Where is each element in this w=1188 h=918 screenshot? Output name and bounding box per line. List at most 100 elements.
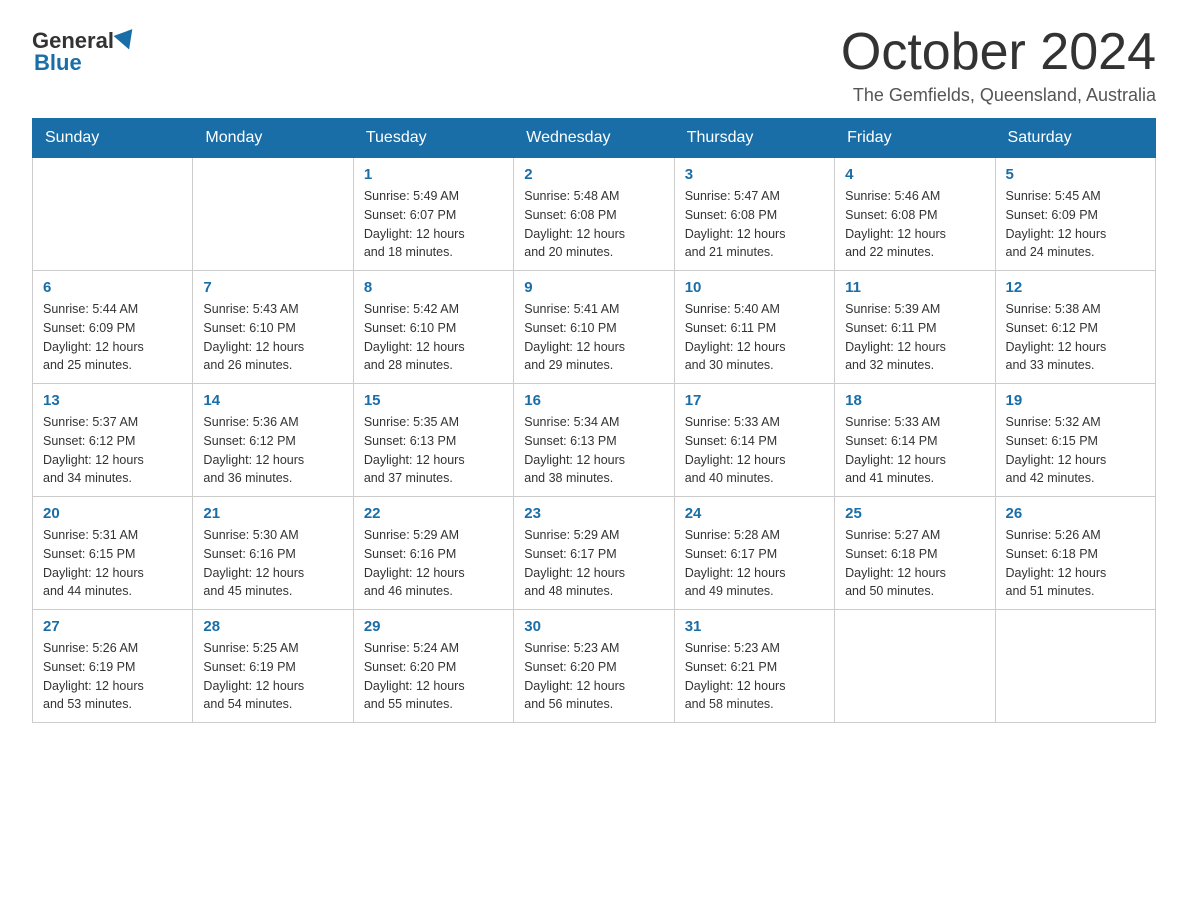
calendar-day-cell: 9 Sunrise: 5:41 AM Sunset: 6:10 PM Daylig… [514,271,674,384]
day-info: Sunrise: 5:34 AM Sunset: 6:13 PM Dayligh… [524,413,663,488]
calendar-day-cell: 1 Sunrise: 5:49 AM Sunset: 6:07 PM Daylig… [353,158,513,271]
day-info: Sunrise: 5:23 AM Sunset: 6:20 PM Dayligh… [524,639,663,714]
day-number: 17 [685,392,824,409]
day-info: Sunrise: 5:28 AM Sunset: 6:17 PM Dayligh… [685,526,824,601]
day-number: 23 [524,505,663,522]
day-info: Sunrise: 5:40 AM Sunset: 6:11 PM Dayligh… [685,300,824,375]
calendar-day-cell: 26 Sunrise: 5:26 AM Sunset: 6:18 PM Dayli… [995,497,1155,610]
calendar-day-cell: 16 Sunrise: 5:34 AM Sunset: 6:13 PM Dayli… [514,384,674,497]
day-info: Sunrise: 5:26 AM Sunset: 6:18 PM Dayligh… [1006,526,1145,601]
calendar-day-cell: 7 Sunrise: 5:43 AM Sunset: 6:10 PM Daylig… [193,271,353,384]
page-header: General Blue October 2024 The Gemfields,… [32,24,1156,106]
calendar-day-cell: 29 Sunrise: 5:24 AM Sunset: 6:20 PM Dayli… [353,610,513,723]
day-info: Sunrise: 5:23 AM Sunset: 6:21 PM Dayligh… [685,639,824,714]
day-info: Sunrise: 5:31 AM Sunset: 6:15 PM Dayligh… [43,526,182,601]
calendar-day-cell: 23 Sunrise: 5:29 AM Sunset: 6:17 PM Dayli… [514,497,674,610]
day-info: Sunrise: 5:47 AM Sunset: 6:08 PM Dayligh… [685,187,824,262]
day-info: Sunrise: 5:41 AM Sunset: 6:10 PM Dayligh… [524,300,663,375]
day-number: 4 [845,166,984,183]
day-number: 20 [43,505,182,522]
calendar-day-cell: 30Sunrise: 5:23 AM Sunset: 6:20 PM Dayli… [514,610,674,723]
day-info: Sunrise: 5:45 AM Sunset: 6:09 PM Dayligh… [1006,187,1145,262]
day-info: Sunrise: 5:42 AM Sunset: 6:10 PM Dayligh… [364,300,503,375]
day-info: Sunrise: 5:49 AM Sunset: 6:07 PM Dayligh… [364,187,503,262]
calendar-day-cell: 21Sunrise: 5:30 AM Sunset: 6:16 PM Dayli… [193,497,353,610]
day-info: Sunrise: 5:30 AM Sunset: 6:16 PM Dayligh… [203,526,342,601]
calendar-week-row: 20 Sunrise: 5:31 AM Sunset: 6:15 PM Dayli… [33,497,1156,610]
calendar-day-cell [33,158,193,271]
day-info: Sunrise: 5:29 AM Sunset: 6:17 PM Dayligh… [524,526,663,601]
day-number: 22 [364,505,503,522]
calendar-day-cell: 28 Sunrise: 5:25 AM Sunset: 6:19 PM Dayli… [193,610,353,723]
month-title: October 2024 [841,24,1156,81]
day-number: 15 [364,392,503,409]
calendar-day-cell [995,610,1155,723]
calendar-day-cell: 10 Sunrise: 5:40 AM Sunset: 6:11 PM Dayli… [674,271,834,384]
calendar-day-cell: 19 Sunrise: 5:32 AM Sunset: 6:15 PM Dayli… [995,384,1155,497]
day-number: 31 [685,618,824,635]
day-info: Sunrise: 5:38 AM Sunset: 6:12 PM Dayligh… [1006,300,1145,375]
calendar-day-cell: 20 Sunrise: 5:31 AM Sunset: 6:15 PM Dayli… [33,497,193,610]
day-info: Sunrise: 5:25 AM Sunset: 6:19 PM Dayligh… [203,639,342,714]
day-of-week-header: Tuesday [353,119,513,158]
calendar-week-row: 1 Sunrise: 5:49 AM Sunset: 6:07 PM Daylig… [33,158,1156,271]
calendar-day-cell: 12Sunrise: 5:38 AM Sunset: 6:12 PM Dayli… [995,271,1155,384]
day-of-week-header: Wednesday [514,119,674,158]
day-info: Sunrise: 5:33 AM Sunset: 6:14 PM Dayligh… [845,413,984,488]
calendar-day-cell: 31 Sunrise: 5:23 AM Sunset: 6:21 PM Dayli… [674,610,834,723]
day-number: 29 [364,618,503,635]
calendar-day-cell: 2 Sunrise: 5:48 AM Sunset: 6:08 PM Daylig… [514,158,674,271]
day-number: 7 [203,279,342,296]
day-number: 24 [685,505,824,522]
title-section: October 2024 The Gemfields, Queensland, … [841,24,1156,106]
calendar-header: SundayMondayTuesdayWednesdayThursdayFrid… [33,119,1156,158]
calendar-table: SundayMondayTuesdayWednesdayThursdayFrid… [32,118,1156,723]
day-number: 3 [685,166,824,183]
calendar-day-cell: 15Sunrise: 5:35 AM Sunset: 6:13 PM Dayli… [353,384,513,497]
calendar-day-cell [835,610,995,723]
day-info: Sunrise: 5:32 AM Sunset: 6:15 PM Dayligh… [1006,413,1145,488]
day-number: 2 [524,166,663,183]
day-of-week-header: Sunday [33,119,193,158]
day-of-week-header: Monday [193,119,353,158]
calendar-day-cell: 24 Sunrise: 5:28 AM Sunset: 6:17 PM Dayli… [674,497,834,610]
day-number: 19 [1006,392,1145,409]
day-info: Sunrise: 5:48 AM Sunset: 6:08 PM Dayligh… [524,187,663,262]
day-of-week-header: Thursday [674,119,834,158]
calendar-day-cell: 5Sunrise: 5:45 AM Sunset: 6:09 PM Daylig… [995,158,1155,271]
calendar-day-cell: 14 Sunrise: 5:36 AM Sunset: 6:12 PM Dayli… [193,384,353,497]
day-number: 16 [524,392,663,409]
calendar-day-cell: 22Sunrise: 5:29 AM Sunset: 6:16 PM Dayli… [353,497,513,610]
day-info: Sunrise: 5:36 AM Sunset: 6:12 PM Dayligh… [203,413,342,488]
calendar-day-cell: 6 Sunrise: 5:44 AM Sunset: 6:09 PM Daylig… [33,271,193,384]
logo-blue-text: Blue [34,50,82,76]
day-number: 26 [1006,505,1145,522]
day-number: 6 [43,279,182,296]
day-number: 9 [524,279,663,296]
day-info: Sunrise: 5:44 AM Sunset: 6:09 PM Dayligh… [43,300,182,375]
day-info: Sunrise: 5:24 AM Sunset: 6:20 PM Dayligh… [364,639,503,714]
day-info: Sunrise: 5:39 AM Sunset: 6:11 PM Dayligh… [845,300,984,375]
calendar-day-cell: 17Sunrise: 5:33 AM Sunset: 6:14 PM Dayli… [674,384,834,497]
calendar-week-row: 13Sunrise: 5:37 AM Sunset: 6:12 PM Dayli… [33,384,1156,497]
calendar-day-cell: 27Sunrise: 5:26 AM Sunset: 6:19 PM Dayli… [33,610,193,723]
day-number: 25 [845,505,984,522]
day-number: 28 [203,618,342,635]
day-info: Sunrise: 5:46 AM Sunset: 6:08 PM Dayligh… [845,187,984,262]
day-of-week-header: Friday [835,119,995,158]
calendar-day-cell: 13Sunrise: 5:37 AM Sunset: 6:12 PM Dayli… [33,384,193,497]
calendar-body: 1 Sunrise: 5:49 AM Sunset: 6:07 PM Daylig… [33,158,1156,723]
calendar-day-cell: 4 Sunrise: 5:46 AM Sunset: 6:08 PM Daylig… [835,158,995,271]
calendar-day-cell: 8 Sunrise: 5:42 AM Sunset: 6:10 PM Daylig… [353,271,513,384]
day-info: Sunrise: 5:43 AM Sunset: 6:10 PM Dayligh… [203,300,342,375]
day-number: 18 [845,392,984,409]
day-number: 8 [364,279,503,296]
day-number: 14 [203,392,342,409]
day-number: 11 [845,279,984,296]
calendar-day-cell: 3 Sunrise: 5:47 AM Sunset: 6:08 PM Daylig… [674,158,834,271]
days-of-week-row: SundayMondayTuesdayWednesdayThursdayFrid… [33,119,1156,158]
day-number: 10 [685,279,824,296]
calendar-day-cell: 18 Sunrise: 5:33 AM Sunset: 6:14 PM Dayli… [835,384,995,497]
calendar-day-cell: 11 Sunrise: 5:39 AM Sunset: 6:11 PM Dayli… [835,271,995,384]
day-number: 1 [364,166,503,183]
